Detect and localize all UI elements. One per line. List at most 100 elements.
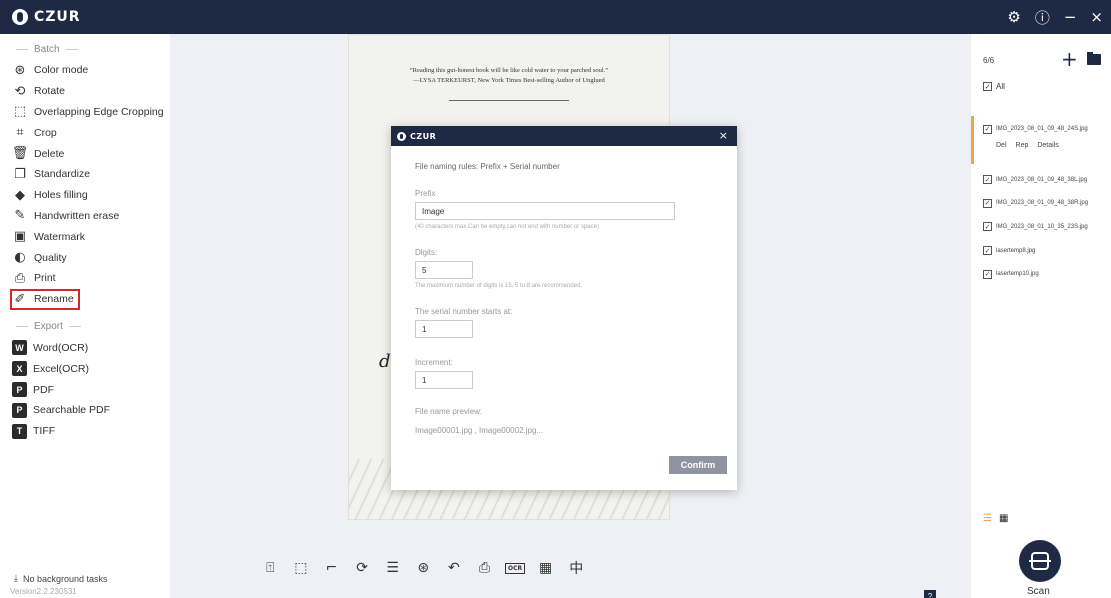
sidebar-item-rename[interactable]: ✐ Rename — [10, 288, 80, 310]
folder-icon[interactable] — [1087, 52, 1101, 65]
sidebar-item-delete[interactable]: 🗑 Delete — [0, 143, 170, 164]
file-item[interactable]: ✓ IMG_2023_08_01_09_48_38L.jpg — [971, 168, 1111, 192]
prefix-input[interactable]: Image — [415, 202, 675, 220]
increment-label: Increment: — [415, 358, 453, 367]
right-panel: 6/6 + ✓ All ✓ IMG_2023_08_01_09_48_24S.j… — [970, 34, 1111, 598]
rotate-tool-icon[interactable]: ⟳ — [347, 558, 378, 578]
sidebar-item-quality[interactable]: ◐ Quality — [0, 247, 170, 268]
qr-code-glyph: ▦ — [539, 560, 553, 576]
app-logo: CZUR — [12, 9, 81, 25]
printer-icon: ⎙ — [14, 270, 26, 286]
sidebar-item-holes-filling[interactable]: ◆ Holes filling — [0, 185, 170, 206]
sidebar-item-crop[interactable]: ⌗ Crop — [0, 122, 170, 143]
select-area-icon[interactable]: ⬚ — [286, 558, 317, 578]
watermark-icon: ▣ — [13, 229, 27, 245]
scan-button[interactable] — [1019, 540, 1061, 582]
start-input[interactable]: 1 — [415, 320, 473, 338]
crop-tool-icon[interactable]: ⌐ — [316, 558, 347, 578]
file-item[interactable]: ✓ lasertemp10.jpg — [971, 262, 1111, 286]
sidebar-item-label: Watermark — [34, 230, 85, 243]
selected-file-item[interactable]: ✓ IMG_2023_08_01_09_48_24S.jpg Del Rep D… — [971, 116, 1111, 164]
title-bar: CZUR ⚙ ⓘ − × — [0, 0, 1111, 34]
qr-code-icon[interactable]: ▦ — [530, 558, 561, 578]
export-item-label: Excel(OCR) — [33, 362, 90, 375]
trash-icon: 🗑 — [11, 146, 29, 162]
add-icon[interactable]: + — [1061, 47, 1078, 71]
sidebar-item-label: Overlapping Edge Cropping — [34, 105, 164, 118]
brand-name: CZUR — [34, 9, 81, 25]
confirm-button[interactable]: Confirm — [669, 456, 727, 474]
standardize-icon: ❐ — [14, 166, 26, 182]
searchable-pdf-icon: P — [12, 402, 27, 418]
scan-label: Scan — [1027, 586, 1050, 597]
export-item-pdf[interactable]: P PDF — [0, 379, 170, 400]
select-all-checkbox[interactable]: ✓ All — [983, 82, 1005, 91]
file-name: IMG_2023_08_01_10_35_23S.jpg — [996, 223, 1088, 230]
sidebar-item-standardize[interactable]: ❐ Standardize — [0, 164, 170, 185]
start-label: The serial number starts at: — [415, 307, 513, 316]
undo-icon[interactable]: ↶ — [439, 558, 470, 578]
background-tasks-status[interactable]: ⤓ No background tasks — [14, 573, 108, 584]
increment-input[interactable]: 1 — [415, 371, 473, 389]
file-details-button[interactable]: Details — [1037, 142, 1058, 149]
file-name: lasertemp8.jpg — [996, 247, 1036, 254]
dialog-close-icon[interactable]: × — [719, 129, 728, 142]
print-tool-icon[interactable]: ⎙ — [469, 558, 500, 578]
ocr-glyph: OCR — [504, 562, 526, 574]
export-item-label: PDF — [33, 383, 54, 396]
file-item[interactable]: ✓ IMG_2023_08_01_10_35_23S.jpg — [971, 215, 1111, 239]
color-mode-icon: ⊛ — [14, 62, 26, 78]
sidebar-item-watermark[interactable]: ▣ Watermark — [0, 226, 170, 247]
delete-file-button[interactable]: Del — [996, 142, 1007, 149]
grid-view-icon[interactable]: ▦ — [999, 513, 1008, 524]
help-circle-icon[interactable]: ⓘ — [1035, 7, 1050, 28]
sidebar-item-label: Handwritten erase — [34, 209, 120, 222]
adjust-icon[interactable]: ☰ — [377, 558, 408, 578]
file-name: IMG_2023_08_01_09_48_38L.jpg — [996, 176, 1088, 183]
close-button[interactable]: × — [1090, 8, 1103, 26]
dialog-brand: CZUR — [410, 131, 437, 141]
export-item-excel-ocr-[interactable]: X Excel(OCR) — [0, 358, 170, 379]
checkbox-checked-icon[interactable]: ✓ — [983, 269, 992, 279]
fit-page-icon[interactable]: ⍐ — [255, 558, 286, 578]
excel-icon: X — [12, 361, 27, 377]
checkbox-checked-icon[interactable]: ✓ — [983, 198, 992, 208]
export-item-word-ocr-[interactable]: W Word(OCR) — [0, 338, 170, 359]
file-count: 6/6 — [983, 56, 995, 65]
digits-input[interactable]: 5 — [415, 261, 473, 279]
replace-file-button[interactable]: Rep — [1016, 142, 1029, 149]
sidebar-item-color-mode[interactable]: ⊛ Color mode — [0, 60, 170, 81]
sidebar-item-overlapping-edge-cropping[interactable]: ⬚ Overlapping Edge Cropping — [0, 102, 170, 123]
ocr-icon[interactable]: OCR — [500, 558, 531, 578]
checkbox-checked-icon[interactable]: ✓ — [983, 175, 992, 185]
export-item-searchable-pdf[interactable]: P Searchable PDF — [0, 400, 170, 421]
quote-line-2: —LYSA TERKEURST, New York Times Best-sel… — [413, 76, 605, 84]
color-tool-icon[interactable]: ⊛ — [408, 558, 439, 578]
minimize-button[interactable]: − — [1064, 8, 1077, 26]
file-item[interactable]: ✓ lasertemp8.jpg — [971, 239, 1111, 263]
crop-icon: ⌗ — [16, 125, 24, 141]
digits-value: 5 — [422, 265, 427, 275]
document-divider — [449, 99, 569, 101]
export-item-label: Searchable PDF — [33, 404, 111, 417]
sidebar-item-label: Crop — [34, 126, 57, 139]
shortcut-help-icon[interactable]: ? — [924, 590, 936, 598]
sidebar-item-handwritten-erase[interactable]: ✎ Handwritten erase — [0, 206, 170, 227]
tiff-icon: T — [12, 423, 27, 439]
gear-icon[interactable]: ⚙ — [1007, 8, 1020, 26]
word-icon: W — [12, 340, 27, 356]
checkbox-checked-icon[interactable]: ✓ — [983, 246, 992, 256]
sidebar-item-rotate[interactable]: ⟲ Rotate — [0, 81, 170, 102]
checkbox-checked-icon[interactable]: ✓ — [983, 222, 992, 232]
file-item[interactable]: ✓ IMG_2023_08_01_09_48_38R.jpg — [971, 192, 1111, 216]
sidebar-item-label: Holes filling — [34, 189, 88, 202]
sidebar-item-print[interactable]: ⎙ Print — [0, 268, 170, 289]
prefix-hint: (40 characters max.Can be empty,can not … — [415, 224, 599, 230]
split-icon[interactable]: 中 — [561, 558, 592, 578]
selected-file-name: IMG_2023_08_01_09_48_24S.jpg — [996, 126, 1088, 132]
export-item-tiff[interactable]: T TIFF — [0, 421, 170, 442]
list-view-icon[interactable]: ☰ — [983, 513, 992, 524]
file-name: IMG_2023_08_01_09_48_38R.jpg — [996, 200, 1089, 207]
select-area-glyph: ⬚ — [294, 560, 308, 576]
sidebar-item-label: Standardize — [34, 168, 91, 181]
